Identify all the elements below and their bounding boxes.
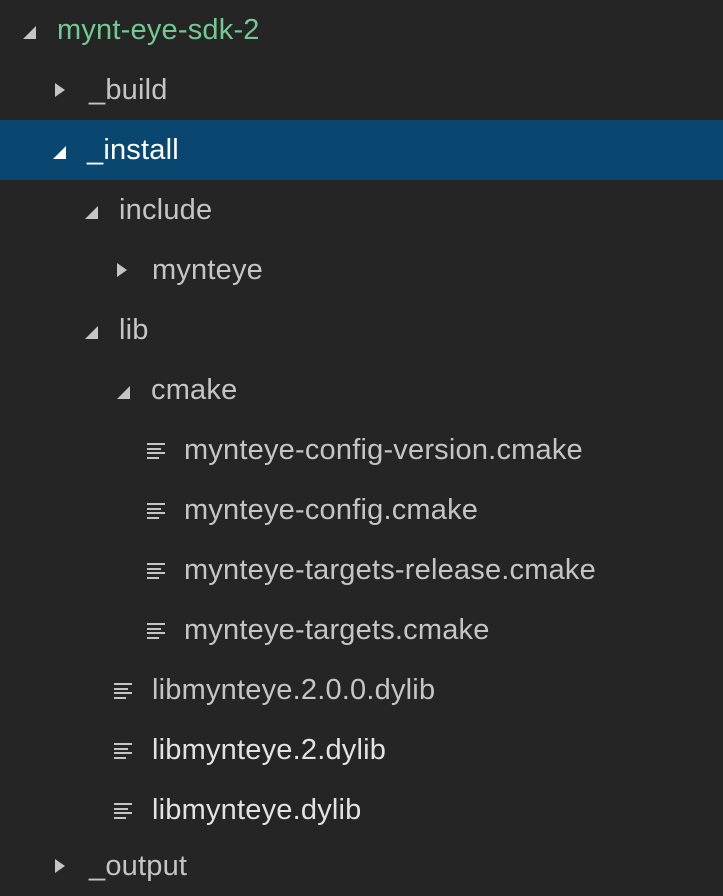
tree-item-lib[interactable]: lib	[0, 300, 723, 360]
tree-item-mynteye-targets-release[interactable]: mynteye-targets-release.cmake	[0, 540, 723, 600]
tree-item-output[interactable]: _output	[0, 836, 723, 896]
tree-item-mynteye[interactable]: mynteye	[0, 240, 723, 300]
file-explorer-tree: mynt-eye-sdk-2 _build _install include m…	[0, 0, 723, 888]
chevron-expanded-icon[interactable]	[85, 325, 98, 339]
tree-item-label: mynteye-targets.cmake	[184, 613, 490, 646]
chevron-collapsed-icon[interactable]	[117, 263, 127, 277]
tree-item-libmynteye-2[interactable]: libmynteye.2.dylib	[0, 720, 723, 780]
file-lines-icon	[147, 503, 165, 519]
chevron-collapsed-icon[interactable]	[55, 859, 65, 873]
tree-item-install[interactable]: _install	[0, 120, 723, 180]
tree-item-mynteye-config-version[interactable]: mynteye-config-version.cmake	[0, 420, 723, 480]
file-lines-icon	[147, 623, 165, 639]
tree-item-label: _output	[89, 849, 188, 882]
chevron-expanded-icon[interactable]	[53, 145, 66, 159]
file-lines-icon	[114, 803, 132, 819]
tree-item-mynt-eye-sdk-2[interactable]: mynt-eye-sdk-2	[0, 0, 723, 60]
tree-item-cmake[interactable]: cmake	[0, 360, 723, 420]
tree-item-label: _install	[87, 133, 179, 166]
tree-item-mynteye-targets[interactable]: mynteye-targets.cmake	[0, 600, 723, 660]
tree-item-label: libmynteye.dylib	[152, 793, 362, 826]
chevron-expanded-icon[interactable]	[117, 385, 130, 399]
tree-item-label: lib	[119, 313, 149, 346]
tree-item-label: libmynteye.2.0.0.dylib	[152, 673, 436, 706]
chevron-expanded-icon[interactable]	[23, 25, 36, 39]
tree-item-label: mynteye-targets-release.cmake	[184, 553, 596, 586]
tree-item-label: include	[119, 193, 213, 226]
file-lines-icon	[147, 563, 165, 579]
tree-item-mynteye-config[interactable]: mynteye-config.cmake	[0, 480, 723, 540]
file-lines-icon	[114, 683, 132, 699]
tree-item-build[interactable]: _build	[0, 60, 723, 120]
tree-item-include[interactable]: include	[0, 180, 723, 240]
tree-item-label: libmynteye.2.dylib	[152, 733, 387, 766]
tree-item-label: mynteye-config.cmake	[184, 493, 479, 526]
chevron-collapsed-icon[interactable]	[55, 83, 65, 97]
chevron-expanded-icon[interactable]	[85, 205, 98, 219]
tree-item-label: mynteye-config-version.cmake	[184, 433, 583, 466]
tree-item-libmynteye-2-0-0[interactable]: libmynteye.2.0.0.dylib	[0, 660, 723, 720]
tree-item-label: cmake	[151, 373, 238, 406]
tree-item-label: mynt-eye-sdk-2	[57, 13, 260, 46]
tree-item-label: mynteye	[152, 253, 263, 286]
file-lines-icon	[114, 743, 132, 759]
file-lines-icon	[147, 443, 165, 459]
tree-item-libmynteye[interactable]: libmynteye.dylib	[0, 780, 723, 840]
tree-item-label: _build	[89, 73, 168, 106]
